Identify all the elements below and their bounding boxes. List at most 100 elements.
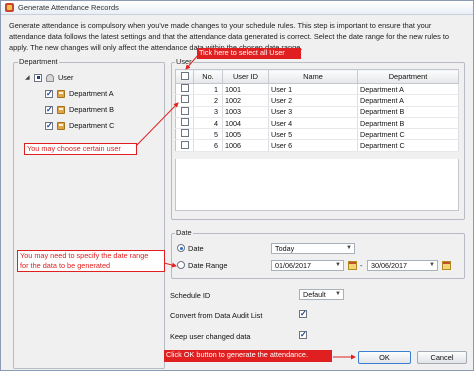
schedule-id-select[interactable]: Default ▼ (299, 289, 344, 300)
row-checkbox-cell[interactable] (175, 139, 194, 152)
tree-root-label: User (58, 73, 74, 82)
department-b-checkbox[interactable] (45, 105, 53, 114)
annotation-ok-hint: Click OK button to generate the attendan… (164, 350, 332, 362)
annotation-date-range-line2: for the data to be generated (20, 261, 111, 270)
convert-audit-checkbox[interactable] (299, 309, 307, 318)
table-empty-area (175, 159, 459, 211)
date-panel (171, 233, 465, 279)
column-header-department[interactable]: Department (357, 69, 459, 84)
date-radio[interactable] (177, 244, 185, 252)
department-icon (57, 121, 65, 130)
schedule-id-label: Schedule ID (170, 291, 211, 300)
range-separator: - (360, 261, 363, 270)
cell-no: 6 (193, 139, 223, 152)
table-row[interactable]: 4 1004 User 4 Department B (175, 117, 459, 130)
schedule-id-value: Default (303, 290, 326, 299)
table-row[interactable]: 1 1001 User 1 Department A (175, 83, 459, 96)
cell-no: 1 (193, 83, 223, 96)
cell-department: Department B (357, 117, 459, 130)
cell-no: 3 (193, 106, 223, 118)
tree-item-department-c[interactable]: Department C (45, 121, 114, 130)
collapse-icon[interactable]: ◢ (25, 75, 31, 81)
cell-department: Department B (357, 106, 459, 118)
annotation-choose-user: You may choose certain user (24, 143, 137, 155)
date-group-label: Date (175, 228, 193, 237)
chevron-down-icon: ▼ (335, 291, 341, 297)
cancel-button[interactable]: Cancel (417, 351, 467, 364)
user-group-label: User (175, 57, 193, 66)
cell-no: 5 (193, 128, 223, 141)
tree-root-user[interactable]: ◢ User (25, 73, 73, 82)
department-a-checkbox[interactable] (45, 89, 53, 98)
column-header-no[interactable]: No. (193, 69, 223, 84)
table-row[interactable]: 3 1003 User 3 Department B (175, 106, 459, 118)
row-checkbox[interactable] (180, 106, 189, 115)
table-row[interactable]: 6 1006 User 6 Department C (175, 139, 459, 152)
annotation-date-range-line1: You may need to specify the date range (20, 251, 149, 260)
tree-item-label: Department A (69, 89, 114, 98)
select-all-checkbox[interactable] (180, 71, 189, 80)
calendar-icon[interactable] (348, 261, 357, 270)
app-icon (5, 3, 14, 12)
date-select[interactable]: Today ▼ (271, 243, 355, 254)
tree-item-department-b[interactable]: Department B (45, 105, 114, 114)
generate-attendance-dialog: Generate Attendance Records Generate att… (0, 0, 474, 371)
cell-user-id: 1005 (222, 128, 269, 141)
chevron-down-icon: ▼ (335, 262, 341, 268)
date-range-option-label: Date Range (188, 261, 228, 270)
row-checkbox-cell[interactable] (175, 128, 194, 141)
keep-changed-checkbox[interactable] (299, 330, 307, 339)
cell-name: User 3 (268, 106, 358, 118)
cell-name: User 1 (268, 83, 358, 96)
root-checkbox[interactable] (34, 73, 42, 82)
table-row[interactable]: 5 1005 User 5 Department C (175, 128, 459, 141)
row-checkbox[interactable] (180, 84, 189, 93)
user-table: No. User ID Name Department 1 1001 User … (175, 69, 459, 152)
cell-user-id: 1006 (222, 139, 269, 152)
table-header-row: No. User ID Name Department (175, 69, 459, 84)
date-option-label: Date (188, 244, 204, 253)
cell-name: User 6 (268, 139, 358, 152)
tree-item-label: Department C (69, 121, 115, 130)
select-all-header[interactable] (175, 69, 194, 84)
cell-name: User 5 (268, 128, 358, 141)
chevron-down-icon: ▼ (346, 245, 352, 251)
tree-item-label: Department B (69, 105, 115, 114)
department-icon (57, 89, 65, 98)
ok-button[interactable]: OK (358, 351, 411, 364)
chevron-down-icon: ▼ (429, 262, 435, 268)
cell-department: Department C (357, 139, 459, 152)
range-to-input[interactable]: 30/06/2017 ▼ (367, 260, 438, 271)
row-checkbox-cell[interactable] (175, 117, 194, 130)
row-checkbox[interactable] (180, 95, 189, 104)
cell-name: User 2 (268, 94, 358, 107)
annotation-date-range: You may need to specify the date range f… (17, 250, 165, 272)
cell-name: User 4 (268, 117, 358, 130)
range-to-value: 30/06/2017 (371, 261, 407, 270)
row-checkbox-cell[interactable] (175, 83, 194, 96)
row-checkbox[interactable] (180, 129, 189, 138)
column-header-name[interactable]: Name (268, 69, 358, 84)
cell-no: 4 (193, 117, 223, 130)
department-c-checkbox[interactable] (45, 121, 53, 130)
annotation-select-all: Tick here to select all User (197, 48, 301, 59)
row-checkbox[interactable] (180, 118, 189, 127)
table-row[interactable]: 2 1002 User 2 Department A (175, 94, 459, 107)
tree-item-department-a[interactable]: Department A (45, 89, 114, 98)
title-bar: Generate Attendance Records (1, 1, 473, 15)
range-from-input[interactable]: 01/06/2017 ▼ (271, 260, 344, 271)
cell-department: Department C (357, 128, 459, 141)
keep-changed-label: Keep user changed data (170, 332, 251, 341)
row-checkbox-cell[interactable] (175, 94, 194, 107)
row-checkbox-cell[interactable] (175, 106, 194, 118)
row-checkbox[interactable] (180, 140, 189, 149)
cell-department: Department A (357, 94, 459, 107)
window-title: Generate Attendance Records (18, 3, 119, 12)
department-group-label: Department (18, 57, 59, 66)
column-header-user-id[interactable]: User ID (222, 69, 269, 84)
user-group-icon (46, 73, 54, 82)
department-icon (57, 105, 65, 114)
calendar-icon[interactable] (442, 261, 451, 270)
date-range-radio[interactable] (177, 261, 185, 269)
cell-user-id: 1002 (222, 94, 269, 107)
